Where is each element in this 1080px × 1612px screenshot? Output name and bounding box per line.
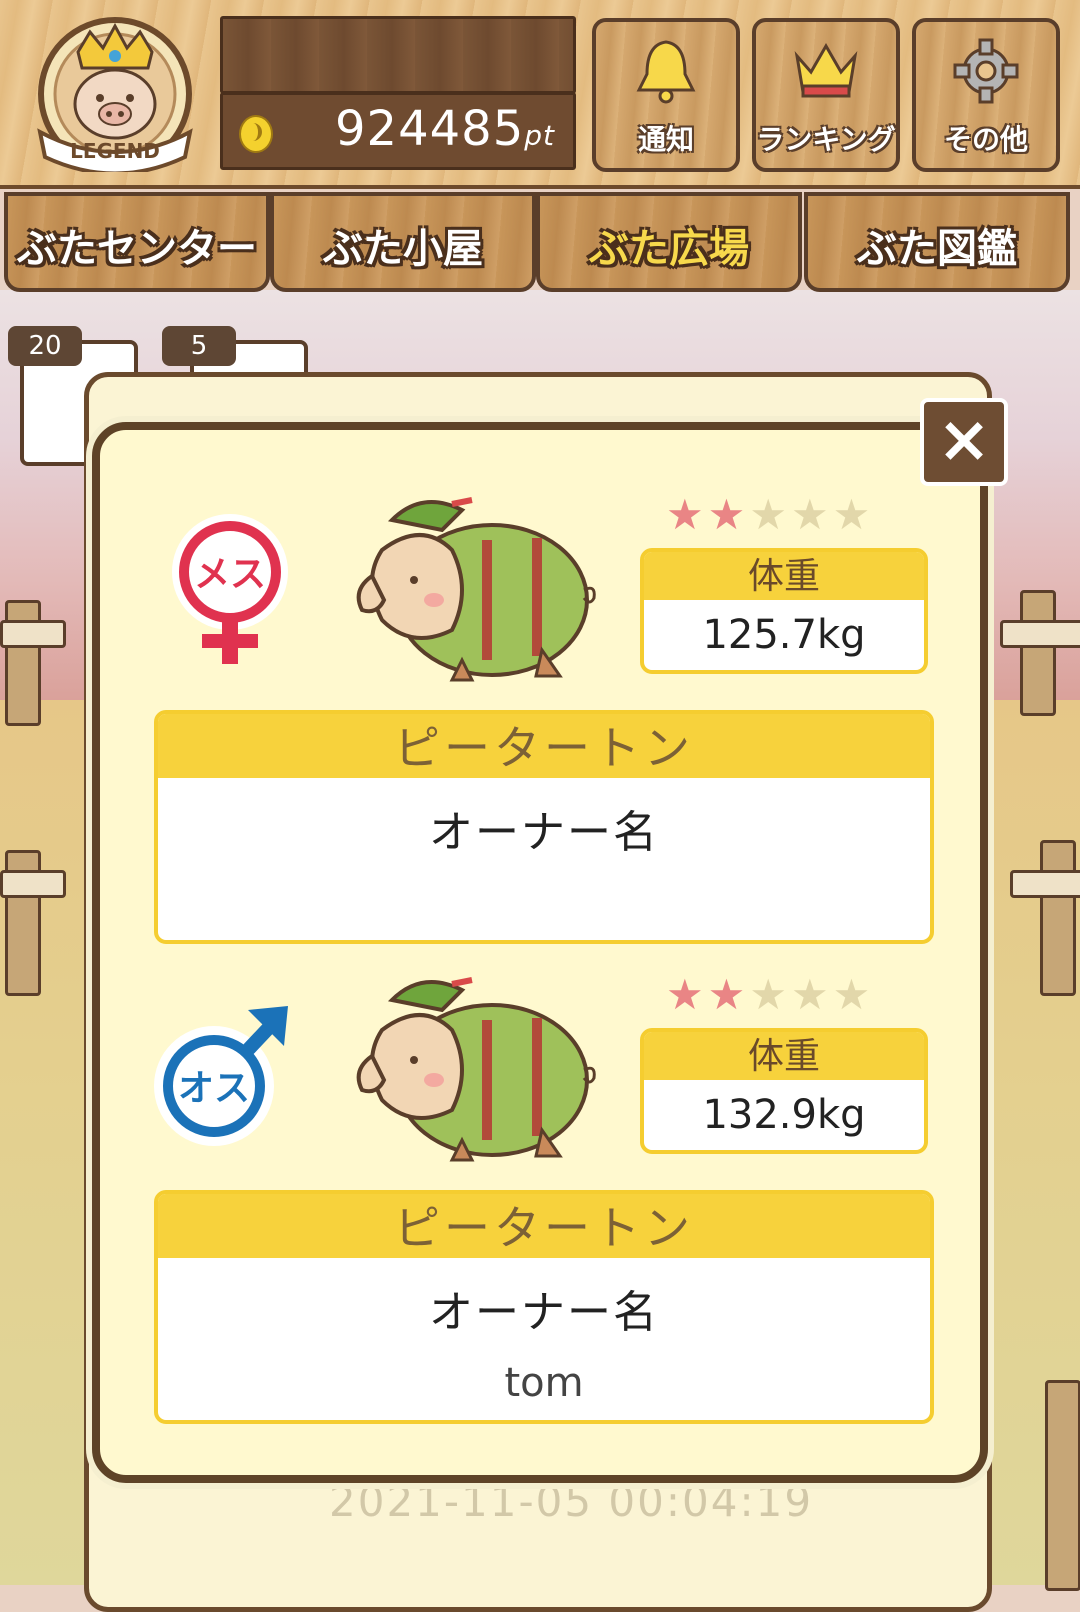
weight-value: 132.9kg [702, 1092, 866, 1138]
points-unit: pt [524, 119, 555, 152]
star-icon: ★ [832, 970, 875, 1019]
counter-badge: 5 [162, 326, 236, 366]
weight-box: 体重 125.7kg [640, 548, 928, 674]
star-icon: ★ [666, 490, 708, 539]
female-pig-info: ピータートン オーナー名 [154, 710, 934, 944]
tab-buta-zukan[interactable]: ぶた図鑑 [804, 192, 1070, 292]
tab-label: ぶたセンター [17, 226, 257, 272]
fence-post [1020, 590, 1056, 716]
female-pig-row: メス ★★★★★ 体重 125.7kg [100, 480, 980, 690]
points-display: 924485pt [335, 101, 555, 157]
star-icon: ★ [749, 490, 791, 539]
fence-post [5, 600, 41, 726]
other-button[interactable]: その他 [912, 18, 1060, 172]
weight-label: 体重 [644, 1032, 924, 1080]
gear-icon [953, 38, 1019, 104]
weight-value: 125.7kg [702, 612, 866, 658]
rank-badge-text: LEGEND [70, 139, 160, 163]
coin-icon [239, 115, 273, 153]
male-pig-row: オス ★★★★★ 体重 132.9kg [100, 960, 980, 1170]
breed-name: ピータートン [158, 714, 930, 778]
weight-box: 体重 132.9kg [640, 1028, 928, 1154]
star-icon: ★ [666, 970, 708, 1019]
owner-name [158, 860, 930, 880]
star-icon: ★ [790, 490, 833, 539]
star-icon: ★ [707, 490, 750, 539]
star-icon: ★ [749, 970, 791, 1019]
pig-image[interactable] [322, 480, 612, 690]
top-header: LEGEND 924485pt 通知 ランキング その他 [0, 0, 1080, 189]
ranking-button[interactable]: ランキング [752, 18, 900, 172]
tab-label: ぶた広場 [589, 226, 749, 272]
close-button[interactable]: × [920, 398, 1008, 486]
crown-icon [794, 42, 858, 98]
weight-label: 体重 [644, 552, 924, 600]
background-timestamp: 2021-11-05 00:04:19 [329, 1477, 814, 1526]
fence-rail [0, 620, 66, 648]
owner-label: オーナー名 [429, 1287, 659, 1338]
fence-post [1040, 840, 1076, 996]
tab-label: ぶた図鑑 [857, 226, 1017, 272]
ranking-label: ランキング [756, 123, 896, 156]
counter-badge: 20 [8, 326, 82, 366]
main-tabs: ぶたセンター ぶた小屋 ぶた広場 ぶた図鑑 [0, 190, 1080, 292]
tab-buta-center[interactable]: ぶたセンター [4, 192, 270, 292]
pig-pair-dialog: メス ★★★★★ 体重 125.7kg ピータートン オーナー名 オス ★★★★… [92, 422, 988, 1483]
star-icon: ★ [790, 970, 833, 1019]
male-pig-info: ピータートン オーナー名 tom [154, 1190, 934, 1424]
tab-buta-hiroba[interactable]: ぶた広場 [536, 192, 802, 292]
fence-rail [1000, 620, 1080, 648]
rarity-stars: ★★★★★ [666, 490, 916, 539]
legend-rank-badge-icon[interactable]: LEGEND [30, 12, 200, 172]
other-label: その他 [943, 123, 1028, 156]
fence-rail [0, 870, 66, 898]
points-value: 924485 [335, 101, 525, 157]
star-icon: ★ [707, 970, 750, 1019]
male-symbol-icon: オス [154, 1006, 288, 1146]
gender-label: メス [194, 554, 266, 595]
notification-label: 通知 [637, 123, 694, 156]
rarity-stars: ★★★★★ [666, 970, 916, 1019]
tab-buta-koya[interactable]: ぶた小屋 [270, 192, 536, 292]
points-plate: 924485pt [220, 92, 576, 170]
bell-icon [636, 40, 696, 104]
owner-label: オーナー名 [429, 807, 659, 858]
notification-button[interactable]: 通知 [592, 18, 740, 172]
pig-image[interactable] [322, 960, 612, 1170]
gender-label: オス [178, 1068, 250, 1109]
fence-post [1045, 1380, 1080, 1591]
player-name-plate [220, 16, 576, 94]
star-icon: ★ [832, 490, 875, 539]
fence-rail [1010, 870, 1080, 898]
tab-label: ぶた小屋 [323, 226, 483, 272]
breed-name: ピータートン [158, 1194, 930, 1258]
female-symbol-icon: メス [172, 514, 288, 664]
owner-name: tom [504, 1360, 584, 1406]
